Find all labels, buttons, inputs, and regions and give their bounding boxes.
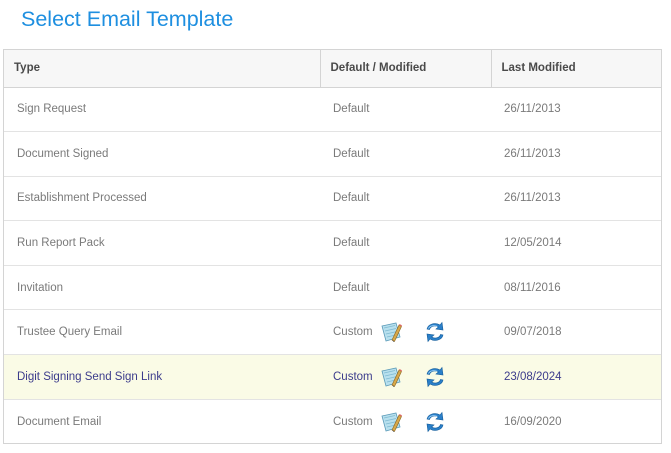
email-template-table: Type Default / Modified Last Modified Si…: [3, 49, 662, 444]
template-status-cell: Custom: [320, 399, 491, 444]
template-status: Custom: [333, 370, 373, 383]
template-type[interactable]: Digit Signing Send Sign Link: [4, 354, 320, 400]
template-status: Default: [333, 237, 370, 250]
template-last-modified: 26/11/2013: [491, 87, 661, 133]
template-status-wrapper: Default: [333, 266, 491, 310]
template-last-modified: 12/05/2014: [491, 220, 661, 266]
template-status: Custom: [333, 415, 373, 428]
template-status-cell: Default: [320, 220, 491, 266]
template-status: Default: [333, 281, 370, 294]
edit-template-icon[interactable]: [379, 410, 403, 434]
template-status-cell: Default: [320, 87, 491, 133]
template-status-wrapper: Custom: [333, 400, 491, 444]
template-status-cell: Default: [320, 265, 491, 311]
template-status: Default: [333, 192, 370, 205]
template-type[interactable]: Trustee Query Email: [4, 309, 320, 356]
template-status-cell: Custom: [320, 354, 491, 400]
table-row[interactable]: Digit Signing Send Sign Link Custom 23/08…: [4, 354, 661, 400]
table-row[interactable]: Document Email Custom 16/09/2020: [4, 399, 661, 444]
template-type[interactable]: Document Email: [4, 399, 320, 444]
column-header-type[interactable]: Type: [4, 50, 320, 88]
template-status-wrapper: Default: [333, 177, 491, 221]
table-row[interactable]: Sign Request Default 26/11/2013: [4, 87, 661, 133]
column-header-status[interactable]: Default / Modified: [319, 50, 491, 88]
template-type[interactable]: Document Signed: [4, 131, 320, 177]
template-status: Default: [333, 103, 370, 116]
revert-to-default-icon[interactable]: [423, 410, 447, 434]
template-type[interactable]: Sign Request: [4, 87, 320, 133]
table-row[interactable]: Document Signed Default 26/11/2013: [4, 131, 661, 177]
template-type[interactable]: Establishment Processed: [4, 176, 320, 222]
template-last-modified: 23/08/2024: [491, 354, 661, 400]
revert-to-default-icon[interactable]: [423, 365, 447, 389]
edit-template-icon[interactable]: [379, 365, 403, 389]
template-status: Default: [333, 147, 370, 160]
template-type[interactable]: Run Report Pack: [4, 220, 320, 266]
template-status: Custom: [333, 326, 373, 339]
template-status-wrapper: Default: [333, 132, 491, 176]
template-last-modified: 08/11/2016: [491, 265, 661, 311]
template-last-modified: 26/11/2013: [491, 176, 661, 222]
template-status-wrapper: Default: [333, 221, 491, 265]
template-status-cell: Custom: [320, 309, 491, 356]
table-row[interactable]: Run Report Pack Default 12/05/2014: [4, 220, 661, 266]
page-title: Select Email Template: [21, 7, 234, 31]
template-status-cell: Default: [320, 131, 491, 177]
edit-template-icon[interactable]: [379, 320, 403, 344]
template-status-wrapper: Custom: [333, 355, 491, 399]
template-status-wrapper: Default: [333, 88, 491, 132]
template-status-wrapper: Custom: [333, 310, 491, 354]
table-row[interactable]: Establishment Processed Default 26/11/2013: [4, 176, 661, 222]
template-last-modified: 09/07/2018: [491, 309, 661, 356]
table-row[interactable]: Invitation Default 08/11/2016: [4, 265, 661, 311]
template-last-modified: 16/09/2020: [504, 415, 562, 428]
table-header-row: Type Default / Modified Last Modified: [4, 50, 661, 88]
table-row[interactable]: Trustee Query Email Custom 09/07/2018: [4, 309, 661, 356]
template-status-cell: Default: [320, 176, 491, 222]
template-last-modified: 26/11/2013: [491, 131, 661, 177]
column-header-last-modified[interactable]: Last Modified: [490, 50, 661, 88]
template-type[interactable]: Invitation: [4, 265, 320, 311]
revert-to-default-icon[interactable]: [423, 320, 447, 344]
